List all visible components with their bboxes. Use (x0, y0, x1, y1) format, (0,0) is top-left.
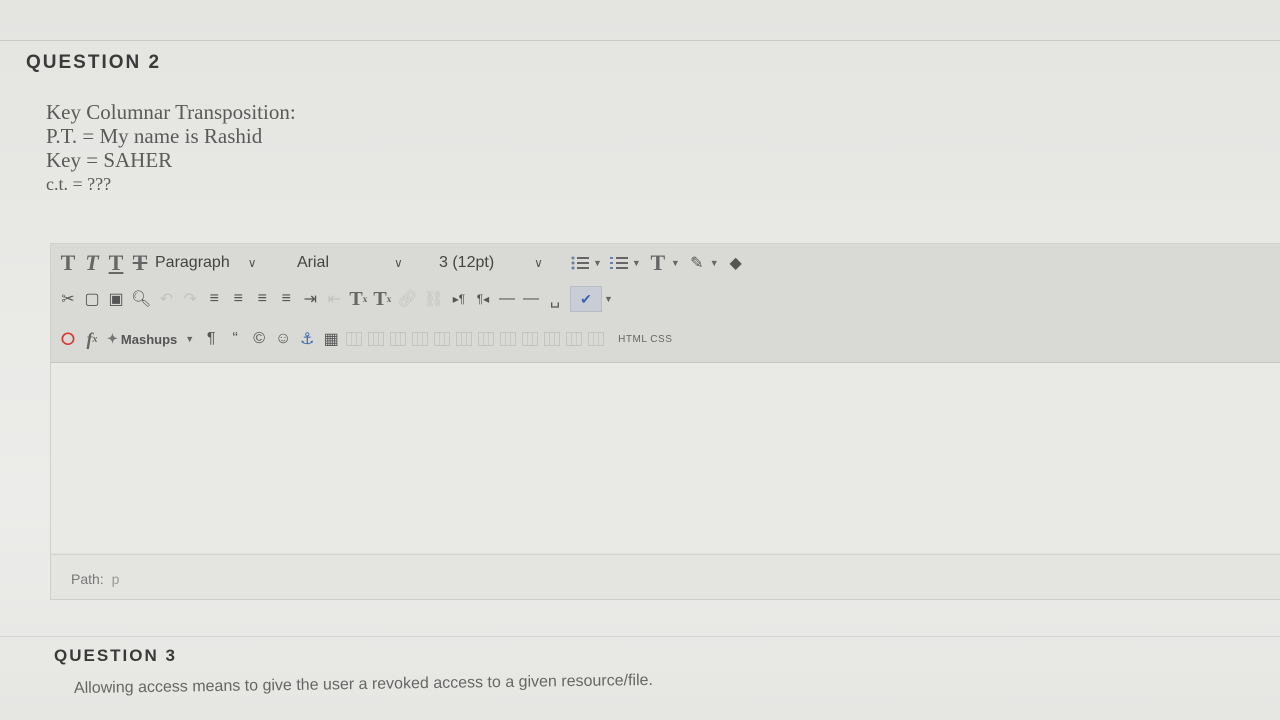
table-icon[interactable]: ▦ (322, 328, 340, 350)
anchor-icon[interactable]: ⚓︎ (298, 328, 316, 350)
toolbar-row-2: ✂ ▢ ▣ 🔍︎ ↶ ↷ ≡ ≡ ≡ ≡ ⇥ ⇤ Tx Tx 🔗︎ ⛓︎ ▸¶ … (59, 284, 621, 314)
mashups-button[interactable]: ✦ Mashups (107, 331, 177, 347)
chevron-down-icon: ∨ (394, 256, 403, 270)
question-line: P.T. = My name is Rashid (46, 124, 263, 148)
numbered-list-icon (609, 257, 628, 269)
formula-icon[interactable]: fx (83, 328, 101, 350)
question-2-body: Key Columnar Transposition: P.T. = My na… (46, 100, 296, 196)
table-delete-icon[interactable] (588, 332, 605, 346)
copyright-icon[interactable]: © (250, 328, 268, 350)
table-row-above-icon[interactable] (346, 332, 363, 346)
path-element-link[interactable]: p (112, 571, 120, 587)
table-merge-cells-icon[interactable] (500, 332, 517, 346)
bullet-list-icon (571, 256, 589, 270)
question-line: c.t. = ??? (46, 174, 112, 194)
subscript-button[interactable]: Tx (373, 288, 391, 310)
superscript-label: T (349, 287, 363, 310)
link-icon[interactable]: 🔗︎ (397, 288, 417, 310)
text-color-button[interactable]: T (649, 250, 667, 275)
question-line: Key Columnar Transposition: (46, 100, 296, 124)
mashups-label: Mashups (120, 331, 178, 347)
bullet-list-button[interactable] (571, 252, 589, 274)
table-props-icon[interactable] (566, 332, 583, 346)
caret-down-icon[interactable]: ▼ (185, 334, 194, 344)
spellcheck-button[interactable]: ✔ (569, 286, 602, 312)
top-divider (0, 40, 1280, 41)
caret-down-icon[interactable]: ▼ (593, 258, 602, 268)
table-delete-col-icon[interactable] (456, 332, 473, 346)
table-cell-props-icon[interactable] (522, 332, 539, 346)
editor-path-bar: Path: p (51, 554, 1280, 599)
numbered-list-button[interactable] (609, 252, 628, 274)
editor-toolbar: T T T T Paragraph ∨ Arial ∨ 3 (12pt) ∨ ▼… (51, 244, 1280, 363)
spellcheck-icon: ✔ (580, 290, 592, 307)
blockquote-icon[interactable]: “ (226, 328, 244, 350)
editor-content-area[interactable] (51, 363, 1280, 553)
undo-icon[interactable]: ↶ (157, 288, 175, 310)
html-css-button[interactable]: HTML CSS (618, 334, 672, 345)
rtl-paragraph-icon[interactable]: ¶◂ (474, 288, 492, 310)
toolbar-row-1: T T T T Paragraph ∨ Arial ∨ 3 (12pt) ∨ ▼… (59, 248, 751, 278)
pilcrow-icon[interactable]: ¶ (202, 328, 220, 350)
question-3-divider (0, 636, 1280, 637)
table-split-cell-icon[interactable] (478, 332, 495, 346)
toolbar-row-3: ⭘ fx ✦ Mashups ▼ ¶ “ © ☺ ⚓︎ ▦ HTML CSS (59, 324, 672, 354)
highlight-pen-icon[interactable]: ✎ (688, 252, 706, 274)
underline-button[interactable]: T (107, 250, 125, 275)
path-label: Path: p (71, 571, 119, 587)
align-center-icon[interactable]: ≡ (229, 288, 247, 310)
chevron-down-icon: ∨ (247, 256, 257, 270)
page: QUESTION 2 Key Columnar Transposition: P… (0, 0, 1280, 720)
question-2-heading: QUESTION 2 (26, 52, 162, 73)
indent-icon[interactable]: ⇥ (301, 288, 319, 310)
horizontal-line-icon[interactable]: — (522, 288, 540, 310)
stop-icon[interactable]: ⭘ (59, 328, 77, 350)
rich-text-editor: T T T T Paragraph ∨ Arial ∨ 3 (12pt) ∨ ▼… (50, 243, 1280, 600)
question-line: Key = SAHER (46, 148, 173, 172)
caret-down-icon[interactable]: ▼ (632, 258, 641, 268)
unlink-icon[interactable]: ⛓︎ (424, 288, 444, 310)
paragraph-select[interactable]: Paragraph ∨ (155, 254, 285, 272)
question-3-heading: QUESTION 3 (54, 646, 177, 665)
bold-button[interactable]: T (59, 250, 77, 275)
copy-icon[interactable]: ▢ (83, 288, 101, 310)
emoticon-icon[interactable]: ☺ (274, 328, 292, 350)
question-3-text: Allowing access means to give the user a… (73, 671, 654, 697)
font-size-select-value: 3 (12pt) (439, 254, 495, 271)
caret-down-icon[interactable]: ▼ (671, 258, 680, 268)
font-family-select-value: Arial (297, 254, 330, 271)
align-justify-icon[interactable]: ≡ (277, 288, 295, 310)
mashups-icon: ✦ (107, 331, 118, 346)
superscript-button[interactable]: Tx (349, 288, 367, 310)
chevron-down-icon: ∨ (534, 256, 543, 270)
align-right-icon[interactable]: ≡ (253, 288, 271, 310)
eraser-icon[interactable]: ◆ (727, 252, 745, 274)
redo-icon[interactable]: ↷ (181, 288, 199, 310)
subscript-label: T (373, 287, 387, 310)
paragraph-select-value: Paragraph (155, 254, 230, 271)
font-family-select[interactable]: Arial ∨ (297, 254, 427, 272)
nonbreaking-space-icon[interactable]: ␣ (546, 288, 564, 310)
find-icon[interactable]: 🔍︎ (131, 288, 151, 310)
table-col-before-icon[interactable] (412, 332, 429, 346)
font-size-select[interactable]: 3 (12pt) ∨ (439, 254, 559, 272)
horizontal-rule-icon[interactable]: — (498, 288, 516, 310)
paste-icon[interactable]: ▣ (107, 288, 125, 310)
table-delete-row-icon[interactable] (390, 332, 407, 346)
italic-button[interactable]: T (83, 250, 101, 275)
caret-down-icon[interactable]: ▼ (604, 294, 613, 304)
cut-icon[interactable]: ✂ (59, 288, 77, 310)
align-left-icon[interactable]: ≡ (205, 288, 223, 310)
ltr-paragraph-icon[interactable]: ▸¶ (450, 288, 468, 310)
caret-down-icon[interactable]: ▼ (710, 258, 719, 268)
outdent-icon[interactable]: ⇤ (325, 288, 343, 310)
table-col-after-icon[interactable] (434, 332, 451, 346)
table-row-below-icon[interactable] (368, 332, 385, 346)
strikethrough-button[interactable]: T (131, 250, 149, 275)
table-row-props-icon[interactable] (544, 332, 561, 346)
path-label-text: Path: (71, 571, 104, 587)
